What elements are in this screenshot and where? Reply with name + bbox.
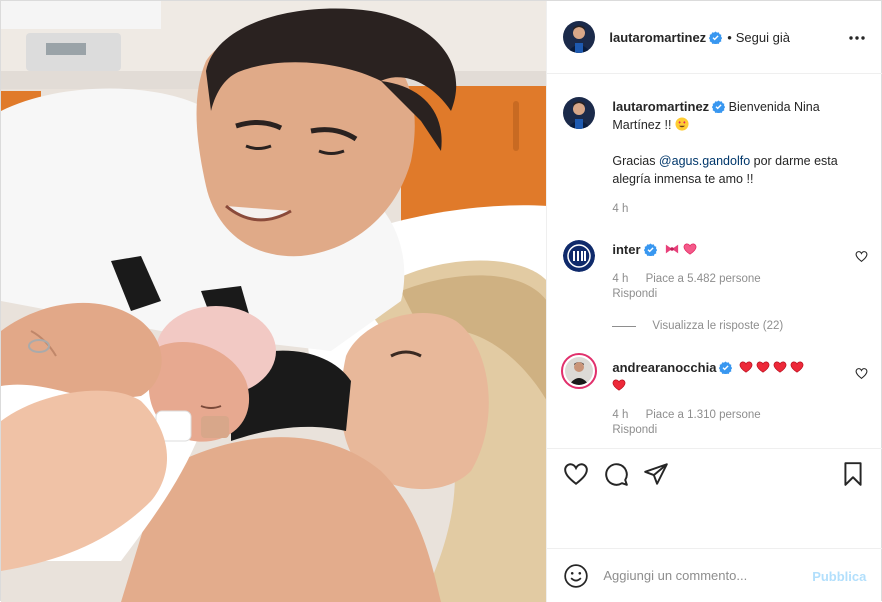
red-heart-emoji-icon: [773, 361, 787, 373]
caption-meta: 4 h: [612, 203, 642, 215]
heart-emoji-icon: [683, 243, 696, 255]
view-replies-button[interactable]: Visualizza le risposte (22): [612, 320, 783, 332]
caption-time[interactable]: 4 h: [612, 203, 628, 215]
red-heart-emoji-icon: [739, 361, 753, 373]
author-avatar[interactable]: [563, 21, 596, 53]
reply-button[interactable]: Rispondi: [612, 424, 657, 436]
caption-avatar[interactable]: [563, 97, 596, 129]
publish-button[interactable]: Pubblica: [812, 569, 866, 584]
comment-item: inter 4 h Piace a 5.482 persone Rispondi…: [563, 240, 868, 350]
bookmark-icon[interactable]: [840, 461, 866, 487]
comment-meta: 4 h Piace a 5.482 persone: [612, 273, 774, 285]
post-photo[interactable]: [1, 1, 547, 602]
smiley-icon[interactable]: [563, 563, 589, 589]
comment-likes[interactable]: Piace a 1.310 persone: [646, 409, 761, 421]
heart-icon[interactable]: [563, 461, 589, 487]
post-header: lautaromartinez • Segui già: [547, 1, 882, 74]
caption-line2-prefix: Gracias: [612, 154, 659, 168]
red-heart-emoji-icon: [790, 361, 804, 373]
mention-link[interactable]: @agus.gandolfo: [659, 154, 750, 168]
comment-avatar[interactable]: [563, 240, 596, 272]
verified-badge-icon: [719, 361, 733, 374]
comments-list[interactable]: lautaromartinez Bienvenida Nina Martínez…: [547, 75, 882, 448]
comment-username[interactable]: inter: [612, 242, 640, 257]
comment-icon[interactable]: [603, 461, 629, 487]
reply-button[interactable]: Rispondi: [612, 288, 657, 300]
comment-meta: 4 h Piace a 1.310 persone: [612, 409, 774, 421]
comment-text: inter: [612, 241, 844, 259]
action-bar: [547, 448, 882, 548]
caption-text: lautaromartinez Bienvenida Nina Martínez…: [612, 98, 844, 188]
author-username[interactable]: lautaromartinez: [609, 30, 706, 45]
post-side-panel: lautaromartinez • Segui già lautaromarti…: [546, 1, 882, 602]
caption: lautaromartinez Bienvenida Nina Martínez…: [563, 97, 868, 217]
comment-time[interactable]: 4 h: [612, 409, 628, 421]
comment-text: andrearanocchia: [612, 359, 844, 395]
heart-eyes-emoji-icon: [675, 117, 689, 131]
post-modal: lautaromartinez • Segui già lautaromarti…: [0, 0, 882, 602]
follow-status-button[interactable]: Segui già: [736, 30, 790, 45]
comment-like-heart-icon[interactable]: [855, 250, 868, 263]
more-options-icon[interactable]: [848, 29, 866, 47]
add-comment-bar: Pubblica: [547, 548, 882, 602]
share-icon[interactable]: [643, 461, 669, 487]
comment-likes[interactable]: Piace a 5.482 persone: [646, 273, 761, 285]
verified-badge-icon: [643, 243, 657, 256]
verified-badge-icon: [712, 100, 726, 113]
comment-username[interactable]: andrearanocchia: [612, 360, 716, 375]
post-image: [1, 1, 547, 602]
comment-item: andrearanocchia 4 h Piace a 1.310 person…: [561, 353, 868, 445]
comment-input[interactable]: [603, 568, 804, 583]
separator-dot: •: [727, 29, 732, 45]
replies-divider: [612, 325, 637, 327]
red-heart-emoji-icon: [612, 379, 626, 391]
view-replies-label: Visualizza le risposte (22): [652, 320, 784, 332]
comment-time[interactable]: 4 h: [612, 273, 628, 285]
comment-like-heart-icon[interactable]: [855, 367, 868, 380]
red-heart-emoji-icon: [756, 361, 770, 373]
ribbon-emoji-icon: [665, 244, 679, 254]
verified-badge-icon: [709, 30, 723, 44]
comment-avatar-story-ring[interactable]: [561, 353, 598, 389]
caption-username[interactable]: lautaromartinez: [612, 99, 709, 114]
